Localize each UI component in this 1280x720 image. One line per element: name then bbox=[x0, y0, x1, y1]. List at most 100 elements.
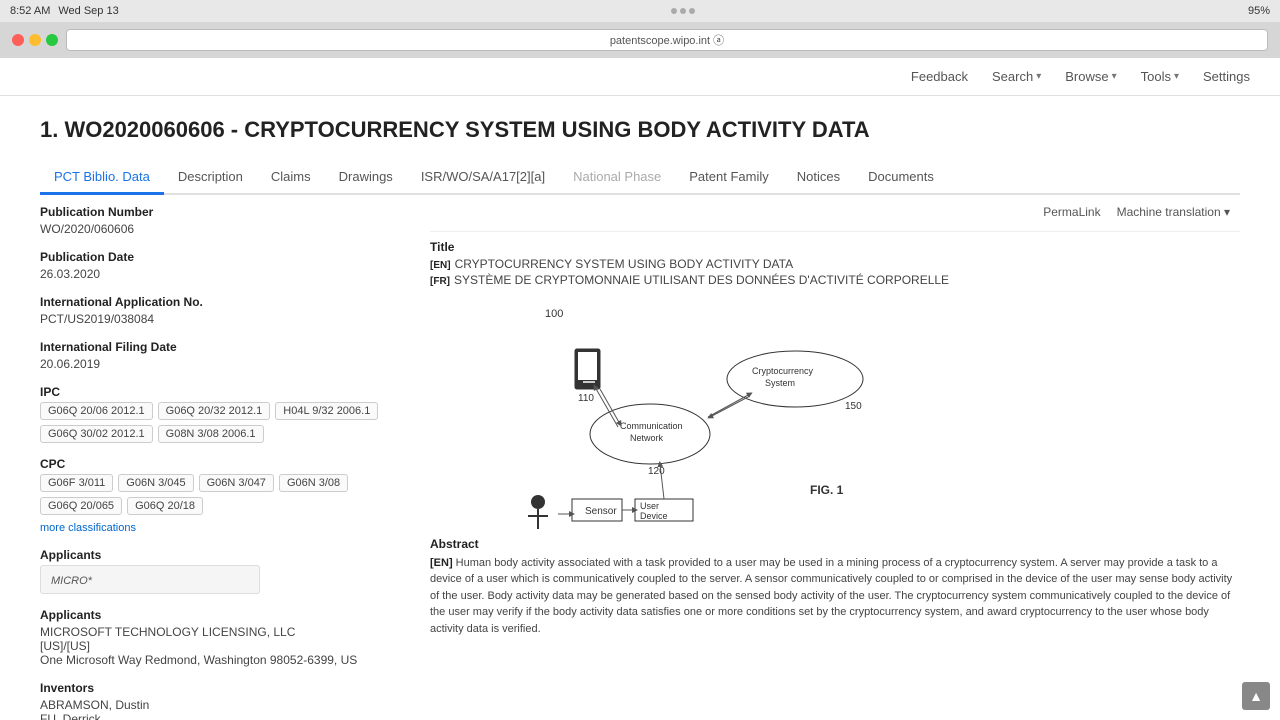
pub-date-label: Publication Date bbox=[40, 250, 400, 264]
abstract-text: [EN] Human body activity associated with… bbox=[430, 555, 1240, 638]
cpc-label: CPC bbox=[40, 457, 400, 471]
diagram-crypto-label-1: Cryptocurrency bbox=[752, 366, 814, 376]
diagram-label-110: 110 bbox=[578, 393, 594, 404]
os-date: Wed Sep 13 bbox=[58, 5, 118, 17]
intl-app-label: International Application No. bbox=[40, 295, 400, 309]
applicants-address: One Microsoft Way Redmond, Washington 98… bbox=[40, 653, 400, 667]
diagram-container: 100 145 Sensor 1 bbox=[430, 299, 1240, 529]
diagram-fig-label: FIG. 1 bbox=[810, 483, 844, 497]
intl-app-value: PCT/US2019/038084 bbox=[40, 312, 400, 326]
os-dot-1 bbox=[671, 8, 677, 14]
content-area: Publication Number WO/2020/060606 Public… bbox=[40, 195, 1240, 720]
diagram-comm-label-2: Network bbox=[630, 433, 664, 443]
nav-tools[interactable]: Tools ▾ bbox=[1141, 69, 1179, 84]
permalink-button[interactable]: PermaLink bbox=[1043, 205, 1100, 219]
intl-filing-value: 20.06.2019 bbox=[40, 357, 400, 371]
cpc-field: CPC G06F 3/011 G06N 3/045 G06N 3/047 G06… bbox=[40, 457, 400, 534]
os-bar-center bbox=[671, 8, 695, 14]
nav-browse[interactable]: Browse ▾ bbox=[1065, 69, 1116, 84]
intl-app-no-field: International Application No. PCT/US2019… bbox=[40, 295, 400, 326]
applicants-header-field: Applicants MICRO* bbox=[40, 548, 400, 594]
browser-chrome: patentscope.wipo.int ⓐ bbox=[0, 22, 1280, 58]
abstract-lang: [EN] bbox=[430, 557, 453, 569]
intl-filing-label: International Filing Date bbox=[40, 340, 400, 354]
tab-description[interactable]: Description bbox=[164, 161, 257, 195]
right-tools: PermaLink Machine translation ▾ bbox=[430, 205, 1240, 219]
nav-settings[interactable]: Settings bbox=[1203, 69, 1250, 84]
applicants-detail-field: Applicants MICROSOFT TECHNOLOGY LICENSIN… bbox=[40, 608, 400, 667]
title-en-lang: [EN] bbox=[430, 260, 451, 271]
divider-1 bbox=[430, 231, 1240, 232]
title-en: [EN] CRYPTOCURRENCY SYSTEM USING BODY ACT… bbox=[430, 257, 1240, 271]
title-section: Title [EN] CRYPTOCURRENCY SYSTEM USING BO… bbox=[430, 240, 1240, 287]
title-fr: [FR] SYSTÈME DE CRYPTOMONNAIE UTILISANT D… bbox=[430, 273, 1240, 287]
diagram-sensor-label: Sensor bbox=[585, 506, 617, 517]
tab-claims[interactable]: Claims bbox=[257, 161, 325, 195]
cpc-tags: G06F 3/011 G06N 3/045 G06N 3/047 G06N 3/… bbox=[40, 474, 400, 515]
diagram-label-150: 150 bbox=[845, 401, 862, 412]
ipc-tag[interactable]: G08N 3/08 2006.1 bbox=[158, 425, 264, 443]
inventor-2: FU, Derrick bbox=[40, 712, 400, 720]
applicants-box: MICRO* bbox=[40, 565, 260, 594]
tab-bar: PCT Biblio. Data Description Claims Draw… bbox=[40, 161, 1240, 195]
tab-isr[interactable]: ISR/WO/SA/A17[2][a] bbox=[407, 161, 559, 195]
title-label: Title bbox=[430, 240, 1240, 254]
nav-bar: Feedback Search ▾ Browse ▾ Tools ▾ Setti… bbox=[0, 58, 1280, 96]
ipc-tag[interactable]: G06Q 20/06 2012.1 bbox=[40, 402, 153, 420]
maximize-button[interactable] bbox=[46, 34, 58, 46]
tab-patent-family[interactable]: Patent Family bbox=[675, 161, 782, 195]
cpc-tag[interactable]: G06N 3/045 bbox=[118, 474, 193, 492]
nav-feedback[interactable]: Feedback bbox=[911, 69, 968, 84]
diagram-label-100: 100 bbox=[545, 308, 563, 320]
tab-notices[interactable]: Notices bbox=[783, 161, 854, 195]
diagram-user-device-label-2: Device bbox=[640, 511, 668, 521]
diagram-label-120: 120 bbox=[648, 466, 665, 477]
title-en-text: CRYPTOCURRENCY SYSTEM USING BODY ACTIVIT… bbox=[455, 257, 794, 271]
publication-date-field: Publication Date 26.03.2020 bbox=[40, 250, 400, 281]
applicants-country: [US]/[US] bbox=[40, 639, 400, 653]
pub-date-value: 26.03.2020 bbox=[40, 267, 400, 281]
ipc-tag[interactable]: H04L 9/32 2006.1 bbox=[275, 402, 378, 420]
scroll-to-top-button[interactable]: ▲ bbox=[1242, 682, 1270, 710]
os-time: 8:52 AM bbox=[10, 5, 50, 17]
nav-search[interactable]: Search ▾ bbox=[992, 69, 1041, 84]
diagram-user-device-label-1: User bbox=[640, 501, 659, 511]
title-fr-text: SYSTÈME DE CRYPTOMONNAIE UTILISANT DES D… bbox=[454, 273, 949, 287]
ipc-field: IPC G06Q 20/06 2012.1 G06Q 20/32 2012.1 … bbox=[40, 385, 400, 443]
cpc-tag[interactable]: G06Q 20/065 bbox=[40, 497, 122, 515]
browser-window-controls bbox=[12, 34, 58, 46]
cpc-tag[interactable]: G06N 3/047 bbox=[199, 474, 274, 492]
os-dot-2 bbox=[680, 8, 686, 14]
left-panel: Publication Number WO/2020/060606 Public… bbox=[40, 205, 420, 720]
tab-documents[interactable]: Documents bbox=[854, 161, 948, 195]
abstract-label: Abstract bbox=[430, 537, 1240, 551]
pub-number-label: Publication Number bbox=[40, 205, 400, 219]
minimize-button[interactable] bbox=[29, 34, 41, 46]
diagram-crypto-label-2: System bbox=[765, 378, 795, 388]
right-panel: PermaLink Machine translation ▾ Title [E… bbox=[420, 205, 1240, 720]
diagram-person-icon bbox=[528, 495, 548, 529]
os-bar-right: 95% bbox=[1248, 5, 1270, 17]
search-chevron-icon: ▾ bbox=[1036, 71, 1041, 82]
diagram-comm-label-1: Communication bbox=[620, 421, 683, 431]
machine-translation-button[interactable]: Machine translation ▾ bbox=[1117, 205, 1230, 219]
os-bar-left: 8:52 AM Wed Sep 13 bbox=[10, 5, 119, 17]
title-fr-lang: [FR] bbox=[430, 276, 450, 287]
tools-chevron-icon: ▾ bbox=[1174, 71, 1179, 82]
cpc-tag[interactable]: G06N 3/08 bbox=[279, 474, 348, 492]
tab-drawings[interactable]: Drawings bbox=[325, 161, 407, 195]
close-button[interactable] bbox=[12, 34, 24, 46]
cpc-tag[interactable]: G06F 3/011 bbox=[40, 474, 113, 492]
tab-pct-biblio[interactable]: PCT Biblio. Data bbox=[40, 161, 164, 195]
os-dot-3 bbox=[689, 8, 695, 14]
page-title: 1. WO2020060606 - CRYPTOCURRENCY SYSTEM … bbox=[40, 96, 1240, 161]
address-bar[interactable]: patentscope.wipo.int ⓐ bbox=[66, 29, 1268, 51]
ipc-tag[interactable]: G06Q 20/32 2012.1 bbox=[158, 402, 271, 420]
more-classifications-link[interactable]: more classifications bbox=[40, 522, 136, 534]
main-content: 1. WO2020060606 - CRYPTOCURRENCY SYSTEM … bbox=[0, 96, 1280, 720]
cpc-tag[interactable]: G06Q 20/18 bbox=[127, 497, 203, 515]
patent-diagram: 100 145 Sensor 1 bbox=[430, 299, 910, 529]
ipc-tag[interactable]: G06Q 30/02 2012.1 bbox=[40, 425, 153, 443]
browse-chevron-icon: ▾ bbox=[1112, 71, 1117, 82]
applicants-label: Applicants bbox=[40, 548, 400, 562]
